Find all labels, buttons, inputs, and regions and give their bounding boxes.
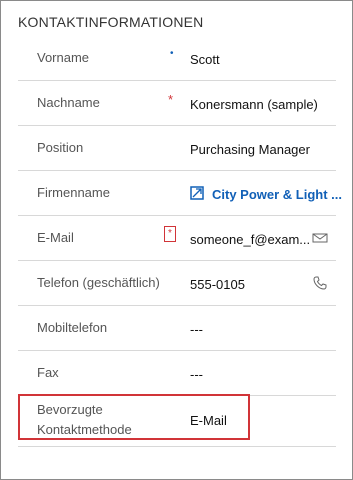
field-value-fax[interactable]: ---	[190, 367, 203, 382]
field-row-email[interactable]: E-Mail * someone_f@exam...	[18, 216, 336, 261]
field-row-position[interactable]: Position Purchasing Manager	[18, 126, 336, 171]
field-label-firmenname: Firmenname	[37, 185, 110, 200]
field-value-firmenname[interactable]: City Power & Light ...	[212, 187, 342, 202]
recommended-marker: •	[170, 48, 174, 59]
highlight-annotation-box	[18, 394, 250, 440]
required-marker: *	[168, 92, 174, 107]
account-link-icon	[190, 186, 204, 200]
field-label-fax: Fax	[37, 365, 59, 380]
field-list: Vorname • Scott Nachname * Konersmann (s…	[18, 36, 342, 447]
field-label-vorname: Vorname	[37, 50, 90, 65]
contact-info-card: KONTAKTINFORMATIONEN Vorname • Scott Nac…	[0, 0, 353, 480]
field-row-telefon[interactable]: Telefon (geschäftlich) 555-0105	[18, 261, 336, 306]
field-value-nachname[interactable]: Konersmann (sample)	[190, 97, 318, 112]
email-icon[interactable]	[312, 230, 328, 246]
required-marker-highlighted: *	[164, 226, 176, 242]
field-row-mobiltelefon[interactable]: Mobiltelefon ---	[18, 306, 336, 351]
field-row-nachname[interactable]: Nachname * Konersmann (sample)	[18, 81, 336, 126]
field-label-email: E-Mail	[37, 230, 74, 245]
field-label-nachname: Nachname	[37, 95, 100, 110]
field-row-firmenname[interactable]: Firmenname City Power & Light ...	[18, 171, 342, 216]
field-label-telefon: Telefon (geschäftlich)	[37, 275, 160, 290]
field-value-telefon[interactable]: 555-0105	[190, 277, 245, 292]
field-label-position: Position	[37, 140, 84, 155]
phone-icon[interactable]	[312, 275, 328, 291]
section-title: KONTAKTINFORMATIONEN	[18, 14, 204, 30]
field-row-fax[interactable]: Fax ---	[18, 351, 336, 396]
field-value-mobiltelefon[interactable]: ---	[190, 322, 203, 337]
field-row-vorname[interactable]: Vorname • Scott	[18, 36, 336, 81]
field-label-mobiltelefon: Mobiltelefon	[37, 320, 108, 335]
field-value-email[interactable]: someone_f@exam...	[190, 232, 310, 247]
field-value-position[interactable]: Purchasing Manager	[190, 142, 310, 157]
field-value-vorname[interactable]: Scott	[190, 52, 220, 67]
